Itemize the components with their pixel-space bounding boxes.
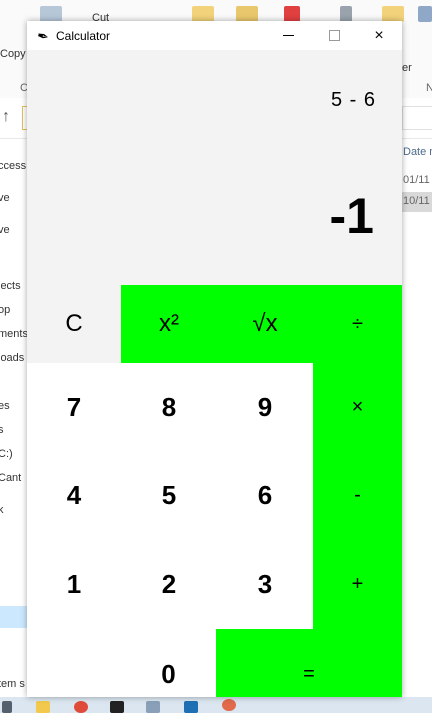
close-button[interactable]: × — [356, 21, 402, 50]
digit-2-button[interactable]: 2 — [121, 539, 217, 629]
up-arrow-icon[interactable]: ↑ — [2, 108, 10, 126]
decimal-button[interactable]: . — [27, 629, 121, 697]
multiply-button[interactable]: × — [313, 363, 402, 451]
explorer-file-list: Date m 01/11 10/11 — [402, 138, 432, 698]
digit-9-button[interactable]: 9 — [217, 363, 313, 451]
expression-display: 5 - 6 — [330, 89, 376, 111]
nav-item[interactable]: es — [0, 400, 10, 412]
search-field[interactable] — [402, 106, 432, 130]
new-group-label: N — [426, 82, 432, 94]
nav-item[interactable]: ments — [0, 328, 27, 340]
properties-icon[interactable] — [418, 6, 432, 22]
sqrt-button[interactable]: √x — [217, 285, 313, 363]
nav-item[interactable]: ccess — [0, 160, 26, 172]
nav-item[interactable]: Cant — [0, 472, 21, 484]
copy-to-icon[interactable] — [236, 6, 258, 22]
copy-label[interactable]: Copy — [0, 48, 26, 60]
calculator-window: ✒ Calculator × 5 - 6 -1 C x² √x ÷ 7 8 9 … — [27, 21, 402, 697]
title-bar[interactable]: ✒ Calculator × — [27, 21, 402, 50]
digit-5-button[interactable]: 5 — [121, 451, 217, 539]
digit-0-button[interactable]: 0 — [121, 629, 216, 697]
folder-icon[interactable] — [192, 6, 214, 22]
column-header-date[interactable]: Date m — [403, 146, 432, 158]
nav-item[interactable]: loads — [0, 352, 24, 364]
file-date: 10/11 — [403, 195, 430, 207]
nav-selection — [0, 606, 27, 628]
explorer-nav-pane: ccess ve ve jects op ments loads es s C:… — [0, 138, 27, 698]
subtract-button[interactable]: - — [313, 451, 402, 539]
digit-8-button[interactable]: 8 — [121, 363, 217, 451]
clipboard-icon[interactable] — [40, 6, 62, 22]
partial-ribbon-label: er — [402, 62, 412, 74]
nav-item[interactable]: jects — [0, 280, 21, 292]
digit-6-button[interactable]: 6 — [217, 451, 313, 539]
status-text: tem s — [0, 678, 25, 690]
equals-button[interactable]: = — [216, 629, 402, 697]
vscode-icon[interactable] — [184, 701, 198, 713]
app-icon[interactable] — [146, 701, 160, 713]
digit-1-button[interactable]: 1 — [27, 539, 121, 629]
task-view-icon[interactable] — [2, 701, 12, 713]
minimize-button[interactable] — [265, 21, 311, 50]
minimize-icon — [282, 35, 294, 36]
divide-button[interactable]: ÷ — [313, 285, 402, 363]
nav-item[interactable]: s — [0, 424, 4, 436]
delete-icon[interactable] — [284, 6, 300, 22]
taskbar — [0, 697, 432, 713]
maximize-button[interactable] — [311, 21, 357, 50]
maximize-icon — [328, 30, 340, 41]
square-button[interactable]: x² — [121, 285, 217, 363]
nav-item[interactable]: ve — [0, 192, 10, 204]
rename-icon[interactable] — [340, 6, 352, 22]
digit-3-button[interactable]: 3 — [217, 539, 313, 629]
digit-7-button[interactable]: 7 — [27, 363, 121, 451]
nav-item[interactable]: op — [0, 304, 10, 316]
new-folder-icon[interactable] — [382, 6, 404, 22]
nav-item[interactable]: ve — [0, 224, 10, 236]
terminal-icon[interactable] — [110, 701, 124, 713]
clear-button[interactable]: C — [27, 285, 121, 363]
file-date: 01/11 — [403, 174, 430, 186]
paint-icon[interactable] — [222, 699, 236, 711]
feather-icon: ✒ — [35, 26, 51, 46]
digit-4-button[interactable]: 4 — [27, 451, 121, 539]
nav-item[interactable]: C:) — [0, 448, 13, 460]
add-button[interactable]: + — [313, 539, 402, 629]
result-display: -1 — [329, 188, 374, 244]
nav-item[interactable]: k — [0, 504, 4, 516]
window-title: Calculator — [56, 29, 111, 43]
file-explorer-icon[interactable] — [36, 701, 50, 713]
chrome-icon[interactable] — [74, 701, 88, 713]
